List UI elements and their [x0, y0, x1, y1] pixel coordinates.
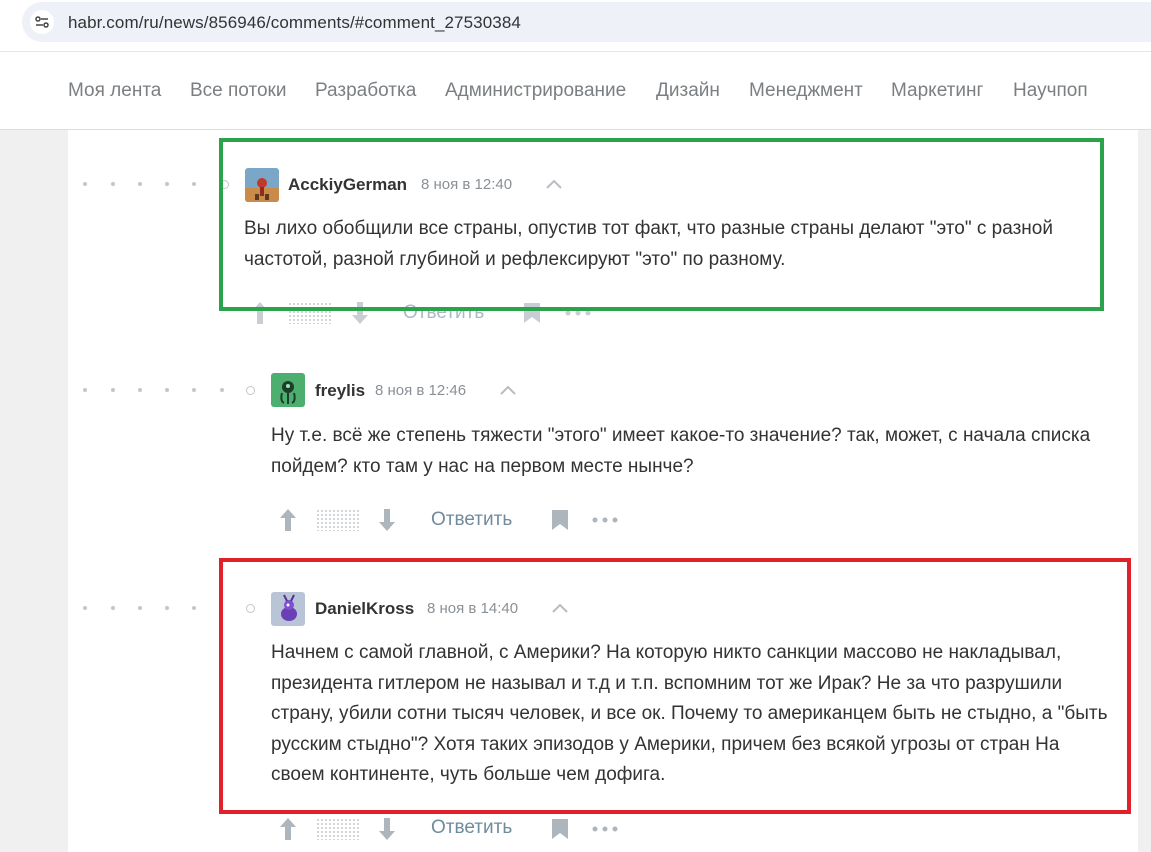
more-options-icon[interactable] — [592, 517, 618, 523]
nav-item-management[interactable]: Менеджмент — [749, 80, 863, 102]
bookmark-icon[interactable] — [551, 818, 569, 840]
browser-address-bar: habr.com/ru/news/856946/comments/#commen… — [0, 0, 1151, 52]
comment-author[interactable]: freylis — [315, 381, 365, 401]
comment-time[interactable]: 8 ноя в 12:46 — [375, 382, 466, 399]
nav-item-administration[interactable]: Администрирование — [445, 80, 626, 102]
chevron-up-icon[interactable] — [499, 384, 517, 396]
nav-item-popsci[interactable]: Научпоп — [1013, 80, 1088, 102]
nav-item-marketing[interactable]: Маркетинг — [891, 80, 983, 102]
nav-item-design[interactable]: Дизайн — [656, 80, 720, 102]
site-settings-icon[interactable] — [30, 10, 54, 34]
comment-text: Ну т.е. всё же степень тяжести "этого" и… — [271, 425, 1091, 477]
highlight-box-green — [219, 138, 1104, 311]
highlight-box-red — [219, 558, 1131, 814]
score-hidden — [316, 818, 360, 840]
avatar[interactable] — [271, 373, 305, 407]
score-hidden — [316, 509, 360, 531]
reply-button[interactable]: Ответить — [431, 509, 512, 531]
reply-button[interactable]: Ответить — [431, 817, 512, 839]
downvote-arrow-icon[interactable] — [377, 507, 397, 533]
upvote-arrow-icon[interactable] — [278, 816, 298, 842]
nav-item-development[interactable]: Разработка — [315, 80, 416, 102]
nav-item-my-feed[interactable]: Моя лента — [68, 80, 161, 102]
url-field[interactable]: habr.com/ru/news/856946/comments/#commen… — [22, 2, 1151, 42]
url-text: habr.com/ru/news/856946/comments/#commen… — [68, 13, 521, 32]
topic-navigation: Моя лента Все потоки Разработка Админист… — [0, 52, 1151, 130]
more-options-icon[interactable] — [592, 826, 618, 832]
nav-item-all-streams[interactable]: Все потоки — [190, 80, 286, 102]
bookmark-icon[interactable] — [551, 509, 569, 531]
upvote-arrow-icon[interactable] — [278, 507, 298, 533]
downvote-arrow-icon[interactable] — [377, 816, 397, 842]
